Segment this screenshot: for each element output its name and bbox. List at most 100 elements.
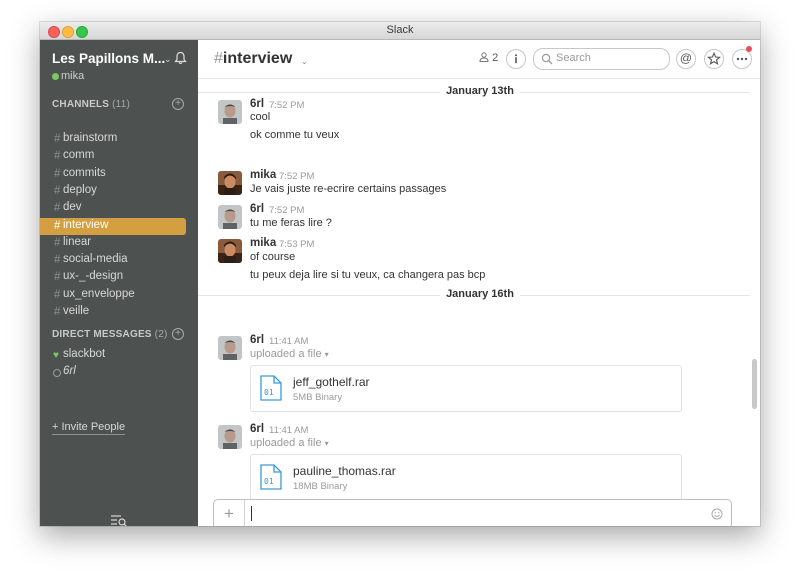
avatar[interactable]	[218, 336, 242, 360]
message-timestamp[interactable]: 11:41 AM	[269, 425, 308, 436]
chevron-down-icon[interactable]: ⌄	[301, 57, 308, 66]
channel-dev[interactable]: # dev	[40, 200, 198, 217]
upload-action[interactable]: uploaded a file ▾	[250, 348, 329, 360]
search-box[interactable]: Search	[533, 48, 670, 70]
scrollbar[interactable]	[750, 79, 760, 501]
hash-icon: #	[54, 167, 61, 180]
message-author[interactable]: 6rl	[250, 98, 264, 110]
channel-name: interview	[222, 50, 293, 67]
channel-label: linear	[63, 235, 92, 248]
message-timestamp[interactable]: 7:52 PM	[269, 205, 304, 216]
main-panel: #interview ⌄ 2 Search @ January 13th 6rl…	[198, 40, 760, 526]
message-author[interactable]: mika	[250, 237, 276, 249]
channel-label: ux-_-design	[63, 270, 124, 283]
message-author[interactable]: 6rl	[250, 334, 264, 346]
hash-icon: #	[54, 133, 61, 145]
avatar[interactable]	[218, 239, 242, 263]
channel-interview[interactable]: # interview	[40, 217, 186, 235]
channel-social-media[interactable]: # social-media	[40, 252, 198, 269]
scrollbar-thumb[interactable]	[752, 359, 757, 409]
attach-file-button[interactable]: +	[214, 500, 245, 526]
caret-down-icon: ▾	[324, 439, 329, 448]
file-attachment[interactable]: 01 pauline_thomas.rar 18MB Binary	[250, 454, 682, 501]
add-channel-icon[interactable]: +	[172, 98, 184, 110]
hash-icon: #	[54, 288, 61, 301]
binary-file-icon: 01	[260, 464, 282, 495]
message-text: of course	[250, 251, 296, 263]
direct-messages-count: (2)	[154, 329, 168, 340]
hash-icon: #	[54, 150, 61, 163]
channel-brainstorm[interactable]: # brainstorm	[40, 131, 198, 148]
dm-6rl[interactable]: 6rl	[63, 365, 76, 377]
starred-button[interactable]	[704, 49, 724, 69]
search-input[interactable]: Search	[556, 52, 591, 64]
quick-switcher-icon[interactable]	[110, 514, 128, 526]
upload-action[interactable]: uploaded a file ▾	[250, 437, 329, 449]
search-icon	[541, 53, 553, 65]
channels-heading-label: CHANNELS	[52, 99, 110, 110]
message-input[interactable]	[251, 506, 252, 521]
at-sign-icon: @	[679, 51, 693, 65]
team-name[interactable]: Les Papillons M...	[52, 51, 165, 66]
add-direct-message-icon[interactable]: +	[172, 328, 184, 340]
message-author[interactable]: 6rl	[250, 203, 264, 215]
message-timestamp[interactable]: 7:53 PM	[279, 239, 314, 250]
info-icon	[515, 54, 517, 64]
message-text: cool	[250, 111, 271, 123]
slack-window: Slack Les Papillons M... ⌄ mika CHANNELS…	[40, 22, 760, 526]
message-author[interactable]: mika	[250, 169, 276, 181]
mentions-button[interactable]: @	[676, 49, 696, 69]
hash-icon: #	[54, 254, 61, 267]
emoji-icon[interactable]	[711, 507, 723, 525]
message-composer[interactable]: +	[213, 499, 732, 526]
channel-ux-_-design[interactable]: # ux-_-design	[40, 269, 198, 286]
channel-label: interview	[63, 218, 109, 231]
message-timestamp[interactable]: 7:52 PM	[279, 171, 314, 182]
member-count: 2	[492, 52, 499, 64]
channel-deploy[interactable]: # deploy	[40, 183, 198, 200]
sidebar: Les Papillons M... ⌄ mika CHANNELS (11) …	[40, 40, 198, 526]
channel-linear[interactable]: # linear	[40, 235, 198, 252]
channel-label: brainstorm	[63, 132, 118, 144]
channels-heading[interactable]: CHANNELS (11)	[52, 99, 130, 110]
channel-title[interactable]: #interview	[214, 50, 292, 68]
message-text: tu peux deja lire si tu veux, ca changer…	[250, 269, 486, 281]
channel-commits[interactable]: # commits	[40, 166, 198, 183]
message-text: tu me feras lire ?	[250, 217, 332, 229]
channel-ux_enveloppe[interactable]: # ux_enveloppe	[40, 287, 198, 304]
channel-comm[interactable]: # comm	[40, 148, 198, 165]
avatar[interactable]	[218, 171, 242, 195]
member-count-button[interactable]: 2	[479, 52, 498, 64]
channel-label: commits	[63, 166, 106, 179]
channel-veille[interactable]: # veille	[40, 304, 198, 321]
bell-icon[interactable]	[174, 51, 187, 70]
svg-text:01: 01	[264, 388, 274, 397]
file-name[interactable]: jeff_gothelf.rar	[293, 375, 370, 389]
channel-info-button[interactable]	[506, 49, 526, 69]
file-attachment[interactable]: 01 jeff_gothelf.rar 5MB Binary	[250, 365, 682, 412]
invite-people-link[interactable]: + Invite People	[52, 421, 126, 435]
channel-label: veille	[63, 305, 90, 317]
avatar[interactable]	[218, 100, 242, 124]
dm-slackbot[interactable]: slackbot	[63, 348, 105, 360]
avatar[interactable]	[218, 205, 242, 229]
day-divider-label: January 16th	[440, 288, 520, 300]
svg-text:01: 01	[264, 477, 274, 486]
avatar[interactable]	[218, 425, 242, 449]
message-text: Je vais juste re-ecrire certains passage…	[250, 183, 447, 195]
hash-icon: #	[54, 306, 61, 318]
message-timestamp[interactable]: 11:41 AM	[269, 336, 308, 347]
chevron-down-icon[interactable]: ⌄	[164, 54, 172, 65]
message-author[interactable]: 6rl	[250, 423, 264, 435]
more-options-button[interactable]	[732, 49, 752, 69]
file-name[interactable]: pauline_thomas.rar	[293, 464, 396, 478]
presence-indicator	[52, 73, 59, 80]
direct-messages-heading[interactable]: DIRECT MESSAGES (2)	[52, 329, 168, 340]
file-meta: 5MB Binary	[293, 392, 343, 403]
channel-label: ux_enveloppe	[63, 287, 135, 300]
message-timestamp[interactable]: 7:52 PM	[269, 100, 304, 111]
channel-label: dev	[63, 201, 82, 214]
away-status-icon	[53, 369, 61, 377]
hash-icon: #	[214, 50, 223, 67]
channel-header: #interview ⌄ 2 Search @	[198, 40, 760, 79]
